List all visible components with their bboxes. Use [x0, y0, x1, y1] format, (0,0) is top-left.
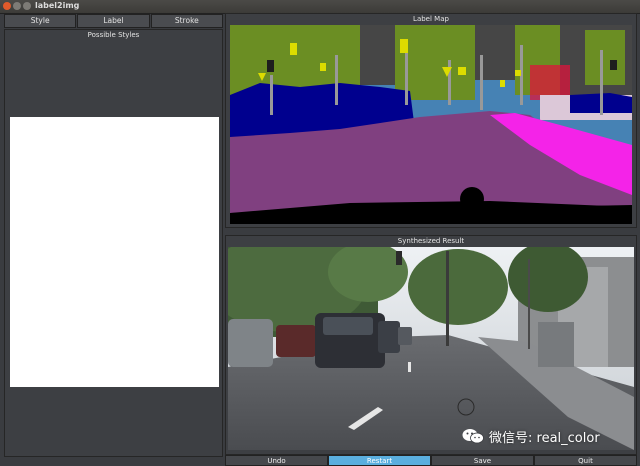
mode-tabs: Style Label Stroke: [4, 14, 223, 28]
minimize-icon[interactable]: [13, 2, 21, 10]
wechat-icon: [462, 429, 484, 444]
possible-styles-title: Possible Styles: [87, 31, 140, 39]
tab-style[interactable]: Style: [4, 14, 77, 28]
tab-stroke[interactable]: Stroke: [150, 14, 223, 28]
label-map-title: Label Map: [413, 15, 449, 23]
watermark-text: 微信号: real_color: [489, 430, 600, 446]
save-button[interactable]: Save: [431, 455, 534, 466]
restart-button[interactable]: Restart: [328, 455, 431, 466]
window-title: label2img: [35, 1, 80, 10]
maximize-icon[interactable]: [23, 2, 31, 10]
close-icon[interactable]: [3, 2, 11, 10]
synthesized-result-title: Synthesized Result: [397, 237, 465, 245]
title-bar: label2img: [0, 0, 640, 14]
style-preview-canvas[interactable]: [10, 117, 219, 387]
label-map-panel: Label Map: [225, 13, 637, 228]
quit-button[interactable]: Quit: [534, 455, 637, 466]
tab-label[interactable]: Label: [77, 14, 150, 28]
synthesized-result-image: [228, 247, 634, 450]
watermark: 微信号: real_color: [462, 427, 600, 446]
action-bar: Undo Restart Save Quit: [225, 455, 637, 466]
possible-styles-panel: Possible Styles: [4, 29, 223, 457]
synthesized-result-panel: Synthesized Result: [225, 235, 637, 455]
undo-button[interactable]: Undo: [225, 455, 328, 466]
label-map-canvas[interactable]: [230, 25, 632, 224]
